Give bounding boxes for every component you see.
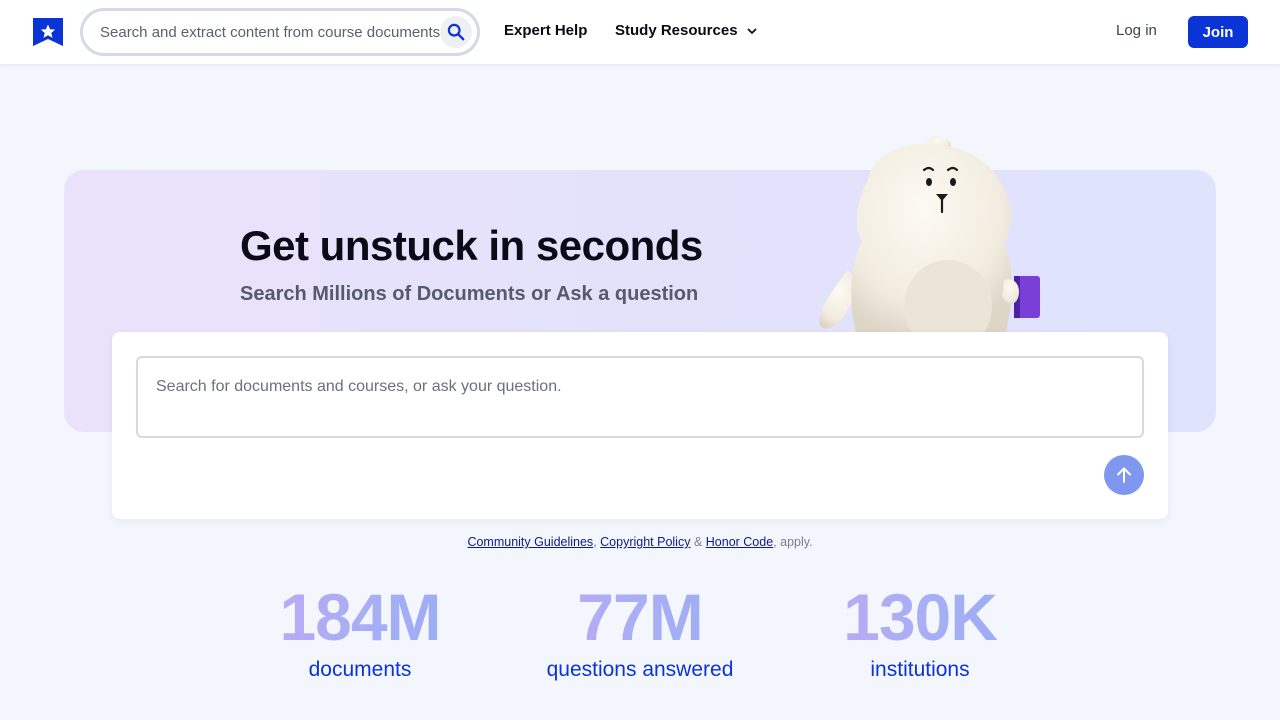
nav-study-resources[interactable]: Study Resources [615, 22, 758, 39]
community-guidelines-link[interactable]: Community Guidelines [467, 535, 593, 549]
stat-label: institutions [870, 658, 970, 681]
policy-separator-amp: & [690, 535, 706, 549]
search-icon [447, 23, 465, 41]
ask-question-input[interactable] [136, 356, 1144, 438]
ask-question-card [112, 332, 1168, 519]
nav-expert-help[interactable]: Expert Help [504, 22, 587, 39]
stat-questions-answered: 77M questions answered [490, 578, 790, 682]
bookmark-star-icon[interactable] [32, 16, 64, 48]
login-link[interactable]: Log in [1116, 22, 1157, 39]
top-navbar: Expert Help Study Resources Log in Join [0, 0, 1280, 64]
stat-value: 77M [490, 578, 790, 656]
copyright-policy-link[interactable]: Copyright Policy [600, 535, 690, 549]
stat-documents: 184M documents [210, 578, 510, 682]
stat-value: 130K [770, 578, 1070, 656]
policy-notice: Community Guidelines, Copyright Policy &… [0, 535, 1280, 549]
mascot-illustration [819, 135, 1040, 332]
policy-suffix: , apply. [773, 535, 813, 549]
stat-value: 184M [210, 578, 510, 656]
stat-institutions: 130K institutions [770, 578, 1070, 682]
stat-label: documents [308, 658, 412, 681]
join-button[interactable]: Join [1188, 16, 1248, 48]
header-search-box [80, 8, 480, 56]
hero-subtitle: Search Millions of Documents or Ask a qu… [240, 283, 699, 305]
header-search-button[interactable] [440, 16, 472, 48]
arrow-up-icon [1117, 467, 1131, 483]
stat-label: questions answered [546, 658, 734, 681]
chevron-down-icon [747, 28, 756, 34]
nav-study-resources-label: Study Resources [615, 22, 738, 39]
header-search-input[interactable] [100, 11, 440, 53]
submit-question-button[interactable] [1104, 455, 1144, 495]
hero-title: Get unstuck in seconds [240, 222, 703, 269]
honor-code-link[interactable]: Honor Code [706, 535, 773, 549]
